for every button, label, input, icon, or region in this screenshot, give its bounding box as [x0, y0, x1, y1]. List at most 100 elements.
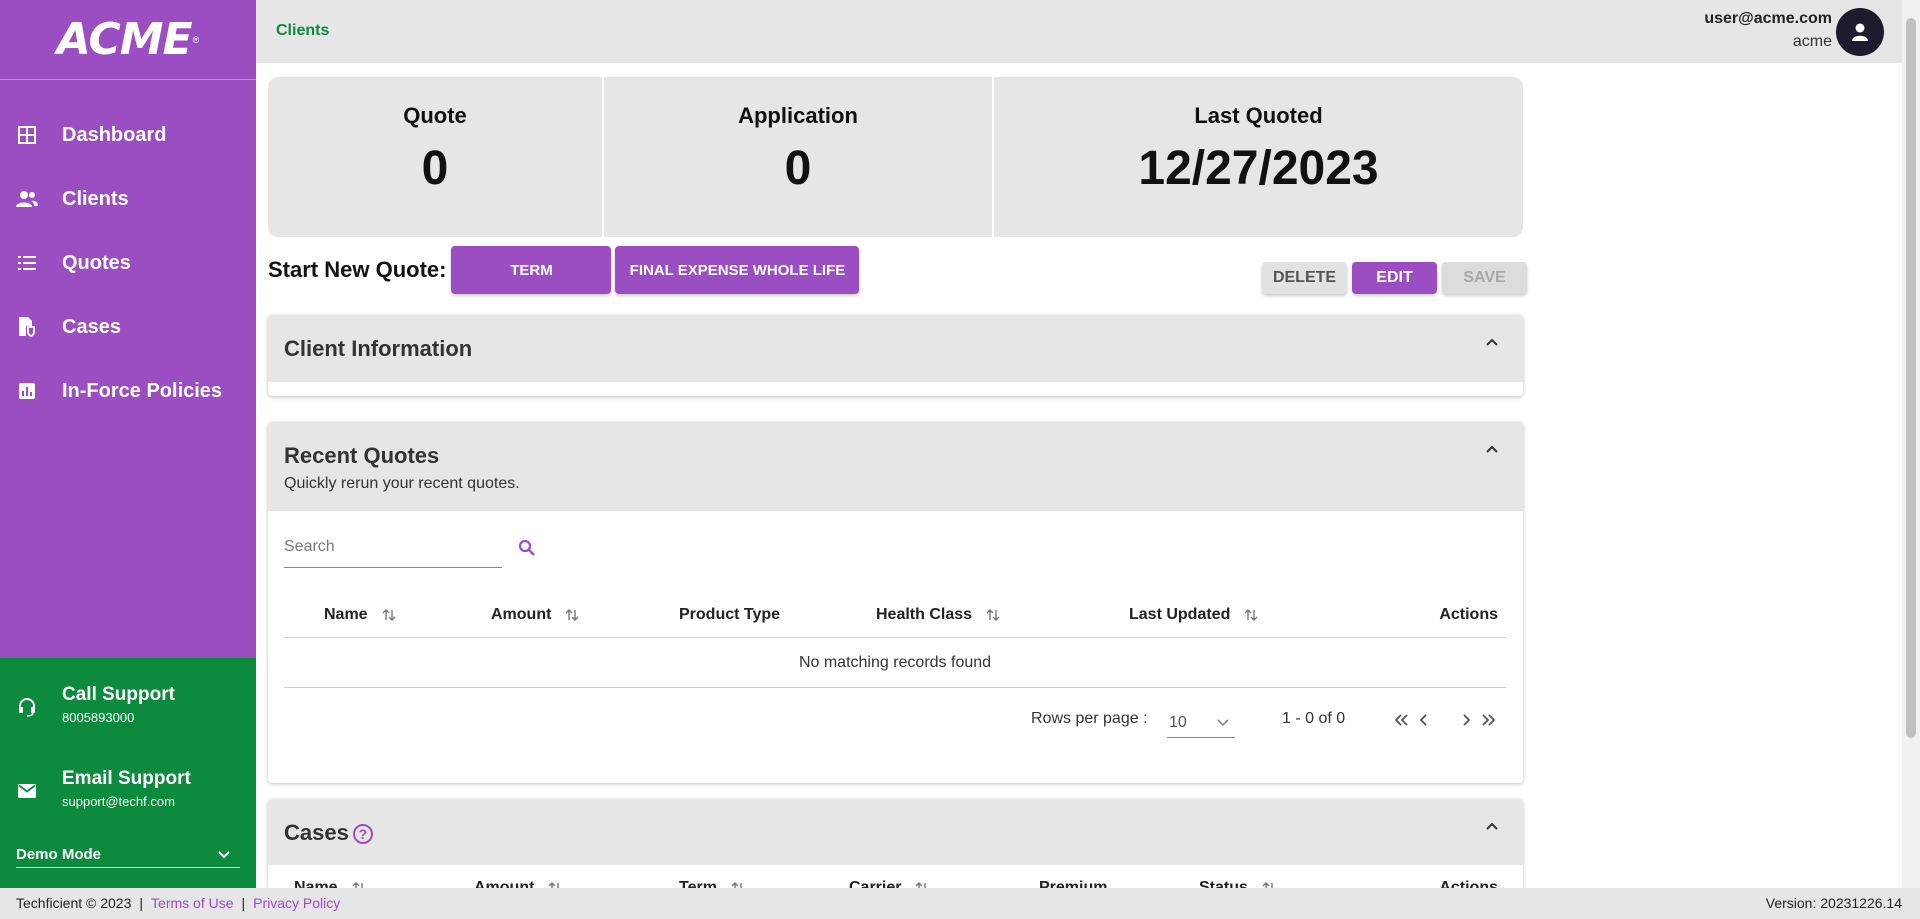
table-header: Name Amount Product Type Health Class La… [284, 594, 1506, 638]
call-support-number[interactable]: 8005893000 [62, 710, 175, 725]
mode-select-value: Demo Mode [16, 846, 102, 863]
sort-icon[interactable] [382, 608, 396, 622]
final-expense-quote-button[interactable]: FINAL EXPENSE WHOLE LIFE [615, 246, 860, 294]
next-page-icon[interactable] [1456, 710, 1476, 730]
privacy-policy-link[interactable]: Privacy Policy [253, 895, 340, 911]
user-email: user@acme.com [1704, 10, 1832, 27]
column-label: Actions [1439, 606, 1498, 623]
search-field[interactable] [284, 528, 502, 568]
column-header-health-class[interactable]: Health Class [876, 606, 1000, 624]
chevron-up-icon[interactable] [1485, 335, 1499, 349]
new-quote-label: Start New Quote: [268, 257, 447, 282]
sort-icon[interactable] [352, 881, 366, 888]
column-header-name[interactable]: Name [324, 606, 396, 624]
avatar[interactable] [1836, 8, 1884, 56]
column-header-status[interactable]: Status [1199, 879, 1276, 888]
column-header-amount[interactable]: Amount [474, 879, 562, 888]
search-icon[interactable] [518, 539, 536, 557]
term-quote-button[interactable]: TERM [451, 246, 612, 294]
sidebar-nav: Dashboard Clients Quotes Cases In-Force … [0, 80, 256, 423]
column-label: Term [679, 879, 717, 888]
scrollbar[interactable] [1902, 0, 1920, 888]
search-input[interactable] [284, 528, 502, 566]
edit-button[interactable]: EDIT [1352, 262, 1437, 294]
headset-icon [16, 696, 38, 718]
column-label: Product Type [679, 606, 781, 623]
recent-quotes-header[interactable]: Recent Quotes Quickly rerun your recent … [268, 422, 1523, 511]
first-page-icon[interactable] [1391, 710, 1411, 730]
sidebar-item-in-force-policies[interactable]: In-Force Policies [0, 359, 256, 423]
user-info: user@acme.com acme [1704, 10, 1832, 51]
rows-per-page-select[interactable]: 10 [1167, 708, 1235, 738]
cases-table-header: Name Amount Term Carrier Premium Status … [284, 875, 1506, 888]
stats-card: Quote 0 Application 0 Last Quoted 12/27/… [268, 77, 1523, 237]
previous-page-icon[interactable] [1414, 710, 1434, 730]
call-support-title: Call Support [62, 684, 175, 705]
chevron-up-icon[interactable] [1485, 819, 1499, 833]
sort-icon[interactable] [915, 881, 929, 888]
mode-select[interactable]: Demo Mode [16, 842, 240, 868]
sidebar-item-dashboard[interactable]: Dashboard [0, 103, 256, 167]
client-information-header[interactable]: Client Information [268, 315, 1523, 382]
record-actions: DELETE EDIT SAVE [1262, 262, 1527, 294]
sort-icon[interactable] [731, 881, 745, 888]
sort-icon[interactable] [986, 608, 1000, 622]
rows-per-page-value: 10 [1169, 713, 1187, 731]
sort-icon[interactable] [1244, 608, 1258, 622]
stat-last-quoted-value: 12/27/2023 [1138, 142, 1379, 195]
logo-text: ACME [56, 14, 193, 65]
column-header-last-updated[interactable]: Last Updated [1129, 606, 1258, 624]
column-header-term[interactable]: Term [679, 879, 745, 888]
column-label: Name [324, 606, 368, 623]
column-label: Amount [474, 879, 535, 888]
support-panel: Call Support 8005893000 Email Support su… [0, 658, 256, 888]
sidebar-item-label: Cases [62, 315, 121, 338]
column-label: Carrier [849, 879, 902, 888]
sidebar-item-clients[interactable]: Clients [0, 167, 256, 231]
footer-separator: | [241, 895, 246, 911]
email-support-address[interactable]: support@techf.com [62, 794, 191, 809]
stat-quote: Quote 0 [268, 77, 604, 237]
sort-icon[interactable] [548, 881, 562, 888]
column-header-amount[interactable]: Amount [491, 606, 579, 624]
call-support[interactable]: Call Support 8005893000 [0, 684, 175, 725]
footer: Techficient © 2023 | Terms of Use | Privacy … [0, 888, 1920, 919]
stat-quote-value: 0 [421, 142, 449, 195]
brand-logo[interactable]: ACME ® [0, 0, 256, 80]
column-label: Status [1199, 879, 1248, 888]
sidebar-item-label: Quotes [62, 251, 131, 274]
recent-quotes-title: Recent Quotes [284, 443, 440, 468]
column-header-premium: Premium [1039, 879, 1107, 888]
empty-table-message: No matching records found [284, 638, 1506, 688]
email-support[interactable]: Email Support support@techf.com [0, 768, 191, 809]
sort-icon[interactable] [1262, 881, 1276, 888]
chevron-up-icon[interactable] [1485, 442, 1499, 456]
column-header-name[interactable]: Name [294, 879, 366, 888]
people-icon [16, 188, 38, 210]
sort-icon[interactable] [565, 608, 579, 622]
column-header-product-type: Product Type [679, 606, 780, 624]
email-support-title: Email Support [62, 768, 191, 789]
scrollbar-thumb[interactable] [1906, 18, 1916, 738]
last-page-icon[interactable] [1479, 710, 1499, 730]
column-label: Amount [491, 606, 552, 623]
stat-last-quoted: Last Quoted 12/27/2023 [994, 77, 1523, 237]
stat-application-value: 0 [784, 142, 812, 195]
column-label: Actions [1439, 879, 1498, 888]
logo-registered-mark: ® [192, 34, 200, 45]
terms-of-use-link[interactable]: Terms of Use [151, 895, 233, 911]
pagination-range: 1 - 0 of 0 [1282, 710, 1346, 727]
help-icon[interactable]: ? [352, 824, 373, 845]
column-header-carrier[interactable]: Carrier [849, 879, 929, 888]
main-content: Quote 0 Application 0 Last Quoted 12/27/… [256, 63, 1902, 888]
list-icon [16, 252, 38, 274]
sidebar-item-quotes[interactable]: Quotes [0, 231, 256, 295]
column-label: Health Class [876, 606, 973, 623]
breadcrumb[interactable]: Clients [276, 22, 329, 40]
save-button[interactable]: SAVE [1442, 262, 1527, 294]
delete-button[interactable]: DELETE [1262, 262, 1347, 294]
cases-header[interactable]: Cases? [268, 799, 1523, 865]
document-shield-icon [16, 316, 38, 338]
sidebar-item-cases[interactable]: Cases [0, 295, 256, 359]
sidebar-item-label: Dashboard [62, 123, 167, 146]
